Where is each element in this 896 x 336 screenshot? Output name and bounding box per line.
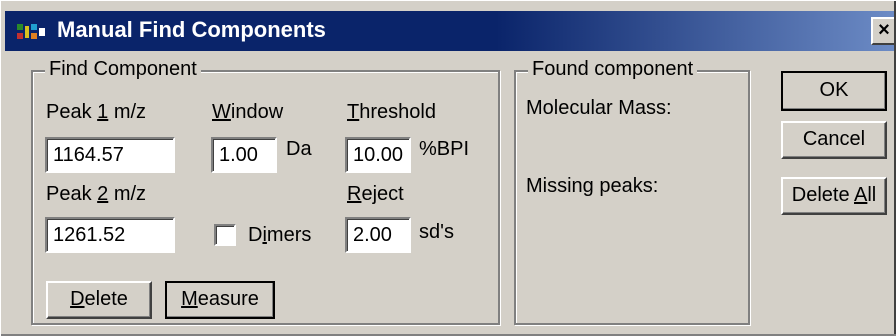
dimers-checkbox[interactable]	[214, 224, 236, 246]
peak2-mz-input[interactable]: 1261.52	[45, 217, 175, 253]
peak2-label-text: Peak	[46, 183, 98, 205]
window-unit: Da	[286, 138, 312, 160]
find-component-legend: Find Component	[45, 58, 201, 81]
measure-button-label: easure	[197, 288, 259, 310]
manual-find-components-dialog: Manual Find Components × Find Component …	[0, 0, 896, 336]
threshold-label-accel: T	[347, 101, 360, 123]
peak2-label: Peak 2 m/z	[46, 183, 146, 206]
window-input[interactable]: 1.00	[211, 137, 277, 173]
dimers-label-pre: D	[248, 224, 263, 246]
delete-button-accel: D	[70, 288, 85, 310]
delete-all-label-accel: A	[854, 184, 868, 206]
peak1-label-unit: m/z	[108, 101, 147, 123]
ok-button[interactable]: OK	[781, 71, 887, 111]
peak2-label-unit: m/z	[108, 183, 147, 205]
delete-all-label-pre: Delete	[791, 184, 855, 206]
window-label-text: indow	[230, 101, 284, 123]
delete-button[interactable]: Delete	[46, 281, 152, 319]
peak1-mz-input[interactable]: 1164.57	[45, 137, 175, 173]
measure-button-accel: M	[181, 288, 198, 310]
threshold-label: Threshold	[347, 101, 436, 124]
reject-unit: sd's	[419, 221, 454, 243]
close-icon[interactable]: ×	[871, 17, 896, 45]
delete-button-label: elete	[84, 288, 128, 310]
threshold-label-text: hreshold	[359, 101, 436, 123]
reject-label-text: eject	[361, 183, 404, 205]
cancel-button[interactable]: Cancel	[781, 121, 887, 159]
peak1-label-accel: 1	[97, 101, 109, 123]
reject-input[interactable]: 2.00	[345, 217, 411, 253]
peak2-label-accel: 2	[97, 183, 109, 205]
found-component-legend: Found component	[528, 58, 698, 81]
window-label: Window	[212, 101, 283, 124]
delete-all-button[interactable]: Delete All	[781, 177, 887, 215]
reject-label: Reject	[347, 183, 404, 206]
measure-button[interactable]: Measure	[165, 281, 275, 319]
dimers-label-post: mers	[266, 224, 312, 246]
title-bar[interactable]: Manual Find Components ×	[5, 11, 896, 51]
missing-peaks-label: Missing peaks:	[526, 175, 659, 197]
threshold-unit: %BPI	[419, 138, 470, 160]
reject-label-accel: R	[347, 183, 362, 205]
window-label-accel: W	[212, 101, 231, 123]
app-icon	[17, 24, 45, 39]
dimers-label[interactable]: Dimers	[248, 224, 311, 247]
delete-all-label-post: ll	[867, 184, 877, 206]
peak1-label-text: Peak	[46, 101, 98, 123]
window-title: Manual Find Components	[57, 17, 326, 42]
molecular-mass-label: Molecular Mass:	[526, 97, 672, 119]
threshold-input[interactable]: 10.00	[345, 137, 411, 173]
peak1-label: Peak 1 m/z	[46, 101, 146, 124]
